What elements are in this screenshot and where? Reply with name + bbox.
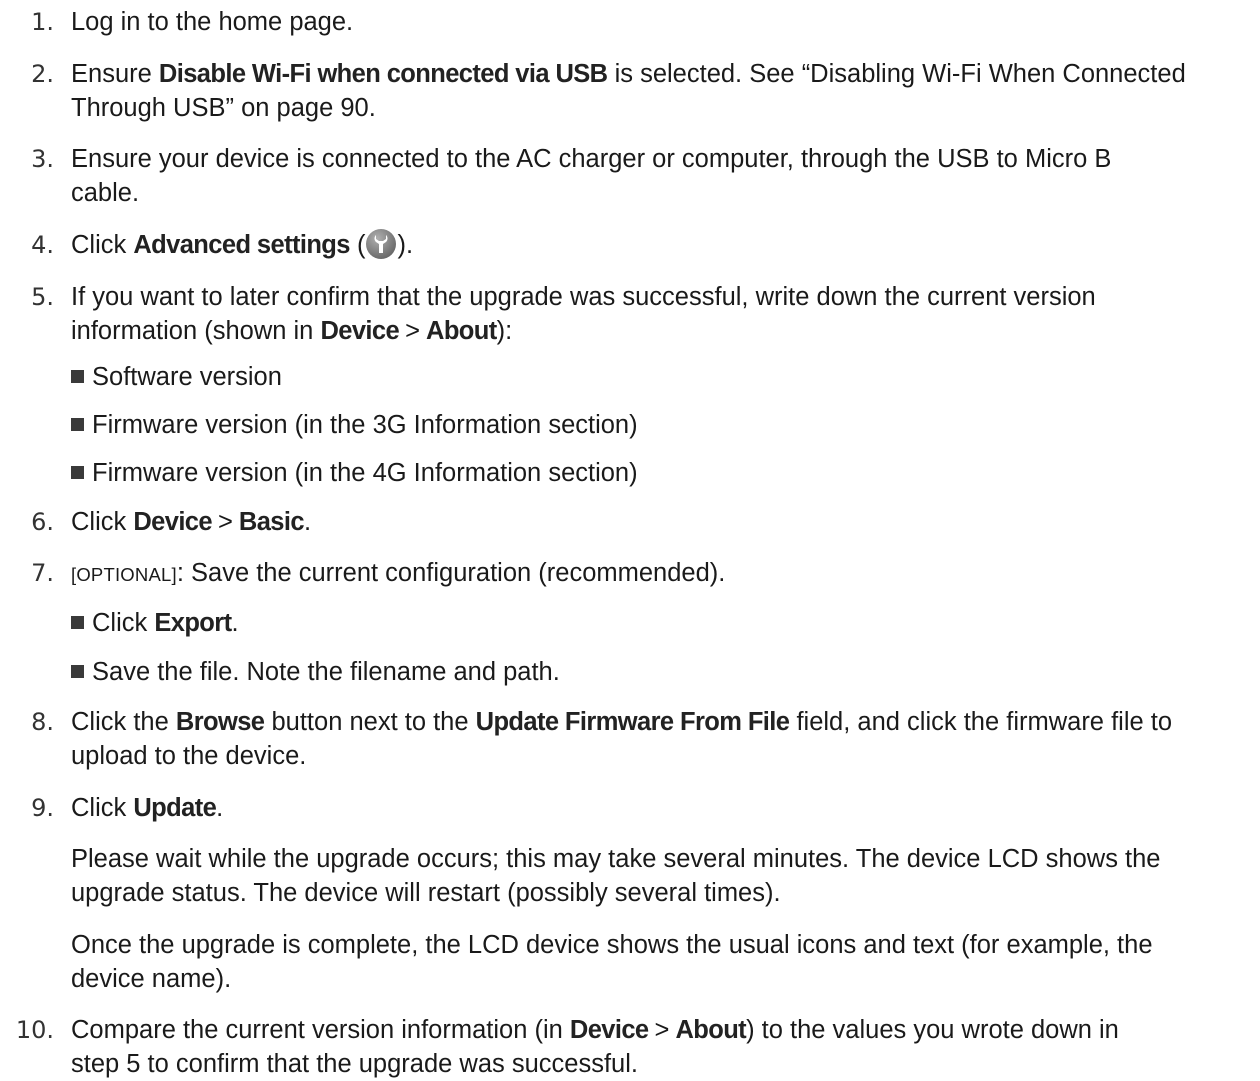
instruction-page: 1. Log in to the home page. 2. Ensure Di… (0, 0, 1260, 1078)
step-number: 5. (31, 283, 54, 311)
bullet-marker (71, 665, 84, 678)
step-text: Click Update. (71, 791, 1254, 825)
bullet-text: Save the file. Note the filename and pat… (92, 658, 560, 686)
text-segment: button next to the (264, 708, 476, 736)
ui-term: Update Firmware From File (475, 708, 790, 736)
text-segment: cable. (71, 179, 140, 207)
ui-term: Device (569, 1016, 649, 1044)
ui-term: About (426, 317, 497, 345)
note-text: upgrade status. The device will restart … (71, 879, 781, 907)
step-number: 8. (31, 708, 54, 736)
step-number: 4. (31, 231, 54, 259)
ui-term: About (675, 1016, 747, 1044)
step-text: If you want to later confirm that the up… (71, 280, 1254, 348)
text-segment: ): (496, 317, 513, 345)
text-segment: Click (71, 231, 134, 259)
text-segment: If you want to later confirm that the up… (71, 283, 1096, 311)
text-segment: field, and click the firmware file to (789, 708, 1173, 736)
text-segment: ). (397, 231, 414, 259)
step-number: 3. (31, 145, 54, 173)
text-segment: Click (71, 508, 134, 536)
text-segment: Compare the current version information … (71, 1016, 570, 1044)
text-segment: Click the (71, 708, 176, 736)
bullet-text: Firmware version (in the 4G Information … (92, 459, 638, 487)
note-text: Please wait while the upgrade occurs; th… (71, 845, 1161, 873)
ui-term: Device (133, 508, 212, 536)
ui-term: Disable Wi-Fi when connected via USB (158, 60, 608, 88)
path-separator: > (217, 508, 233, 536)
ui-term: Browse (175, 708, 265, 736)
ui-term: Export (154, 609, 232, 637)
ui-term: Basic (238, 508, 305, 536)
text-segment: ( (349, 231, 366, 259)
step-text: Ensure your device is connected to the A… (71, 142, 1254, 210)
text-segment: Ensure your device is connected to the A… (71, 145, 1112, 173)
step-text: Ensure Disable Wi-Fi when connected via … (71, 57, 1254, 125)
bullet-marker (71, 370, 84, 383)
wrench-icon (366, 229, 397, 259)
step-text: Click Device > Basic. (71, 505, 1254, 539)
optional-tag: [OPTIONAL] (71, 564, 177, 585)
text-segment: . (303, 508, 312, 536)
step-text: Click the Browse button next to the Upda… (71, 705, 1254, 773)
ui-term: Update (133, 794, 217, 822)
ui-term: Advanced settings (133, 231, 350, 259)
step-number: 2. (31, 60, 54, 88)
step-number: 10. (15, 1016, 54, 1044)
step-text: [OPTIONAL]: Save the current configurati… (71, 556, 1254, 592)
step-number: 7. (31, 559, 54, 587)
text-segment: Click (71, 794, 134, 822)
text-segment: ) to the values you wrote down in (746, 1016, 1119, 1044)
ui-term: Device (320, 317, 400, 345)
bullet-text: Firmware version (in the 3G Information … (92, 411, 638, 439)
text-segment: . (216, 794, 224, 822)
text-segment: upload to the device. (71, 742, 307, 770)
step-text: Compare the current version information … (71, 1013, 1254, 1081)
bullet-marker (71, 616, 84, 629)
bullet-text: Software version (92, 363, 282, 391)
step-text: Log in to the home page. (71, 8, 354, 36)
note-text: device name). (71, 965, 232, 993)
bullet-text: Click (92, 609, 155, 637)
step-text: Click Advanced settings (). (71, 228, 1254, 262)
step-number: 1. (31, 8, 54, 36)
note-text: Once the upgrade is complete, the LCD de… (71, 931, 1153, 959)
text-segment: Ensure (71, 60, 159, 88)
step-number: 6. (31, 508, 54, 536)
text-segment: is selected. See “Disabling Wi-Fi When C… (607, 60, 1186, 88)
text-segment: Through USB” on page 90. (71, 94, 376, 122)
path-separator: > (654, 1016, 670, 1044)
bullet-marker (71, 466, 84, 479)
bullet-text: . (231, 609, 239, 637)
step-number: 9. (31, 794, 54, 822)
text-segment: : Save the current configuration (recomm… (176, 559, 726, 587)
bullet-marker (71, 418, 84, 431)
path-separator: > (405, 317, 420, 345)
text-segment: information (shown in (71, 317, 321, 345)
